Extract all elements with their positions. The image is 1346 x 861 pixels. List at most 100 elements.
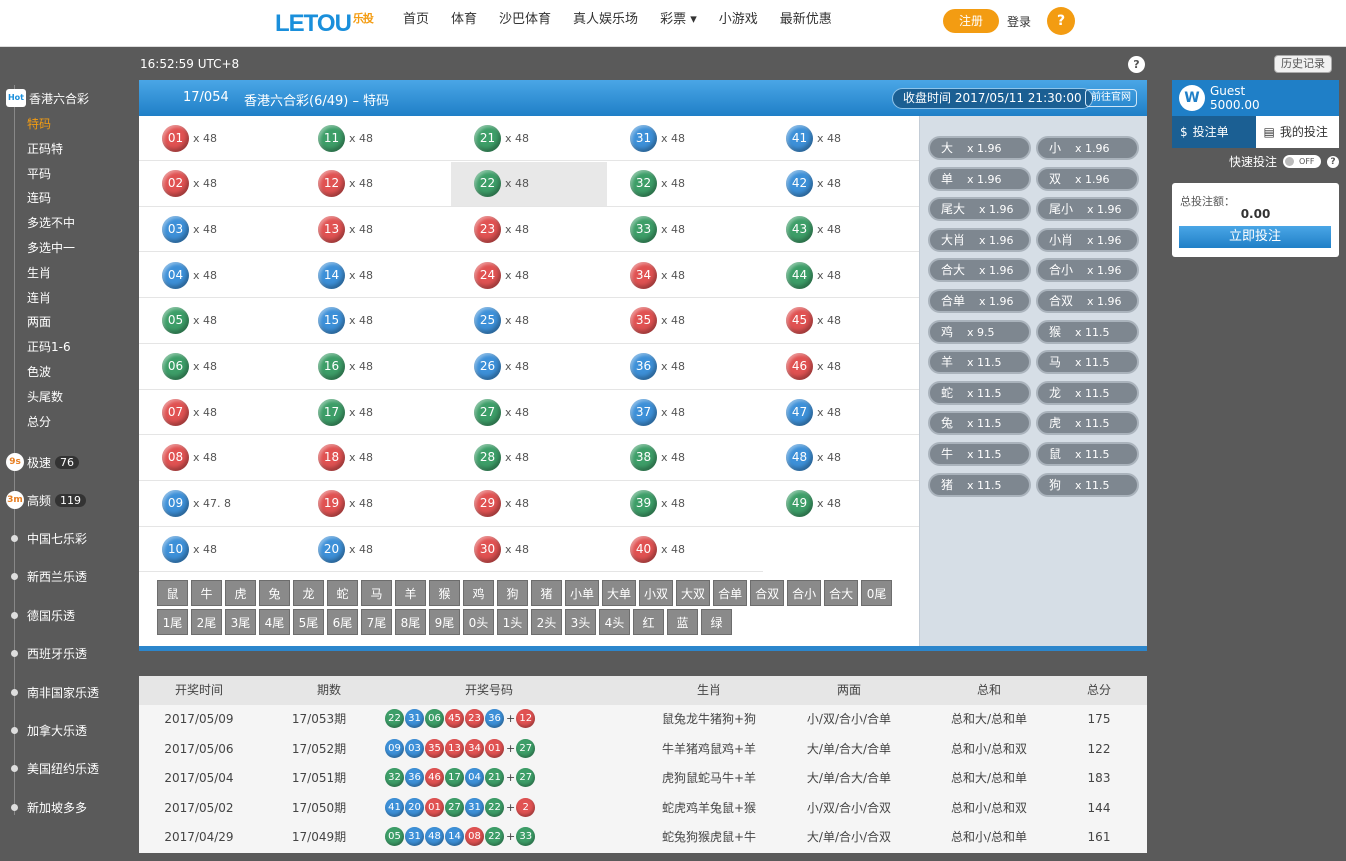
nav-home[interactable]: 首页 (392, 0, 440, 40)
number-cell[interactable]: 39 x 48 (607, 482, 763, 527)
number-cell[interactable]: 06 x 48 (139, 345, 295, 390)
quick-pick-chip[interactable]: 蛇 (327, 580, 358, 606)
sidebar-item-hk[interactable]: 特码 (27, 115, 51, 132)
sidebar-item-hk[interactable]: 平码 (27, 165, 51, 182)
odds-pill[interactable]: 马 x 11.5 (1036, 350, 1139, 375)
odds-pill[interactable]: 合单 x 1.96 (928, 289, 1031, 313)
nav-saba-sports[interactable]: 沙巴体育 (488, 0, 562, 40)
quick-pick-chip[interactable]: 红 (633, 609, 664, 635)
quick-pick-chip[interactable]: 2尾 (191, 609, 222, 635)
odds-pill[interactable]: 合双 x 1.96 (1036, 289, 1139, 313)
quick-bet-toggle[interactable]: OFF (1283, 155, 1322, 168)
number-cell[interactable]: 04 x 48 (139, 253, 295, 299)
odds-pill[interactable]: 兔 x 11.5 (928, 411, 1031, 436)
odds-pill[interactable]: 大 x 1.96 (928, 136, 1031, 160)
sidebar-item-hk[interactable]: 多选中一 (27, 239, 75, 256)
quick-pick-chip[interactable]: 猪 (531, 580, 562, 606)
number-cell[interactable]: 18 x 48 (295, 436, 451, 481)
number-cell[interactable]: 03 x 48 (139, 207, 295, 253)
quick-pick-chip[interactable]: 0头 (463, 609, 494, 635)
number-cell[interactable]: 12 x 48 (295, 162, 451, 207)
number-cell[interactable]: 45 x 48 (763, 299, 919, 344)
number-cell[interactable]: 21 x 48 (451, 116, 607, 161)
number-cell[interactable]: 37 x 48 (607, 390, 763, 436)
number-cell[interactable]: 42 x 48 (763, 162, 919, 207)
sidebar-item-country[interactable]: 德国乐透 (27, 607, 75, 624)
quick-pick-chip[interactable]: 6尾 (327, 609, 358, 635)
number-cell[interactable]: 09 x 47. 8 (139, 482, 295, 527)
odds-pill[interactable]: 蛇 x 11.5 (928, 380, 1031, 405)
number-cell[interactable]: 41 x 48 (763, 116, 919, 161)
odds-pill[interactable]: 龙 x 11.5 (1036, 380, 1139, 405)
quick-pick-chip[interactable]: 绿 (701, 609, 732, 635)
number-cell[interactable]: 25 x 48 (451, 299, 607, 344)
quick-pick-chip[interactable]: 大单 (602, 580, 637, 606)
quick-pick-chip[interactable]: 龙 (293, 580, 324, 606)
number-cell[interactable]: 13 x 48 (295, 207, 451, 253)
sidebar-item-hk[interactable]: 连肖 (27, 289, 51, 306)
sidebar-item-hk[interactable]: 总分 (27, 413, 51, 430)
sidebar-item-country[interactable]: 中国七乐彩 (27, 530, 87, 547)
sidebar-item-country[interactable]: 南非国家乐透 (27, 684, 99, 701)
history-button[interactable]: 历史记录 (1274, 55, 1332, 73)
quick-pick-chip[interactable]: 小单 (565, 580, 600, 606)
number-cell[interactable]: 28 x 48 (451, 436, 607, 481)
quick-pick-chip[interactable]: 合大 (824, 580, 859, 606)
sidebar-item-hk[interactable]: 两面 (27, 313, 51, 330)
quick-pick-chip[interactable]: 马 (361, 580, 392, 606)
number-cell[interactable]: 32 x 48 (607, 162, 763, 207)
odds-pill[interactable]: 单 x 1.96 (928, 166, 1031, 191)
quick-pick-chip[interactable]: 3头 (565, 609, 596, 635)
sidebar-item-hk[interactable]: 正码特 (27, 140, 63, 157)
number-cell[interactable]: 36 x 48 (607, 345, 763, 390)
number-cell[interactable]: 33 x 48 (607, 207, 763, 253)
number-cell[interactable]: 16 x 48 (295, 345, 451, 390)
sidebar-item-country[interactable]: 新西兰乐透 (27, 568, 87, 585)
odds-pill[interactable]: 羊 x 11.5 (928, 350, 1031, 375)
tab-my-bets[interactable]: ▤ 我的投注 (1255, 116, 1339, 148)
quick-pick-chip[interactable]: 鼠 (157, 580, 188, 606)
number-cell[interactable]: 31 x 48 (607, 116, 763, 161)
sidebar-item-hk[interactable]: 色波 (27, 363, 51, 380)
number-cell[interactable]: 35 x 48 (607, 299, 763, 344)
quick-bet-help-icon[interactable]: ? (1327, 155, 1340, 168)
number-cell[interactable]: 30 x 48 (451, 527, 607, 573)
odds-pill[interactable]: 大肖 x 1.96 (928, 227, 1031, 252)
quick-pick-chip[interactable]: 兔 (259, 580, 290, 606)
register-button[interactable]: 注册 (943, 9, 999, 33)
official-site-link[interactable]: 前往官网 (1085, 89, 1137, 107)
quick-pick-chip[interactable]: 虎 (225, 580, 256, 606)
number-cell[interactable]: 46 x 48 (763, 345, 919, 390)
tab-bet-slip[interactable]: $ 投注单 (1172, 116, 1256, 148)
sidebar-item-country[interactable]: 加拿大乐透 (27, 722, 87, 739)
quick-pick-chip[interactable]: 小双 (639, 580, 674, 606)
number-cell[interactable]: 08 x 48 (139, 436, 295, 481)
quick-pick-chip[interactable]: 狗 (497, 580, 528, 606)
number-cell[interactable]: 27 x 48 (451, 390, 607, 436)
number-cell[interactable]: 01 x 48 (139, 116, 295, 161)
odds-pill[interactable]: 鼠 x 11.5 (1036, 442, 1139, 466)
number-cell[interactable]: 07 x 48 (139, 390, 295, 436)
number-cell[interactable]: 05 x 48 (139, 299, 295, 344)
odds-pill[interactable]: 虎 x 11.5 (1036, 411, 1139, 436)
number-cell[interactable]: 11 x 48 (295, 116, 451, 161)
number-cell[interactable]: 40 x 48 (607, 527, 763, 573)
quick-pick-chip[interactable]: 1尾 (157, 609, 188, 635)
number-cell[interactable]: 15 x 48 (295, 299, 451, 344)
odds-pill[interactable]: 尾大 x 1.96 (928, 197, 1031, 222)
login-link[interactable]: 登录 (1007, 13, 1031, 30)
odds-pill[interactable]: 合小 x 1.96 (1036, 258, 1139, 283)
sidebar-group-highfreq[interactable]: 3m 高频 119 (6, 491, 87, 509)
odds-pill[interactable]: 狗 x 11.5 (1036, 472, 1139, 497)
number-cell[interactable]: 17 x 48 (295, 390, 451, 436)
quick-pick-chip[interactable]: 5尾 (293, 609, 324, 635)
quick-pick-chip[interactable]: 3尾 (225, 609, 256, 635)
nav-lottery[interactable]: 彩票 ▾ (649, 0, 708, 40)
odds-pill[interactable]: 尾小 x 1.96 (1036, 197, 1139, 222)
number-cell[interactable]: 48 x 48 (763, 436, 919, 481)
odds-pill[interactable]: 猴 x 11.5 (1036, 319, 1139, 344)
rules-help-icon[interactable]: ? (1128, 56, 1145, 73)
number-cell[interactable]: 22 x 48 (451, 161, 607, 207)
number-cell[interactable]: 44 x 48 (763, 253, 919, 299)
number-cell[interactable]: 43 x 48 (763, 207, 919, 253)
